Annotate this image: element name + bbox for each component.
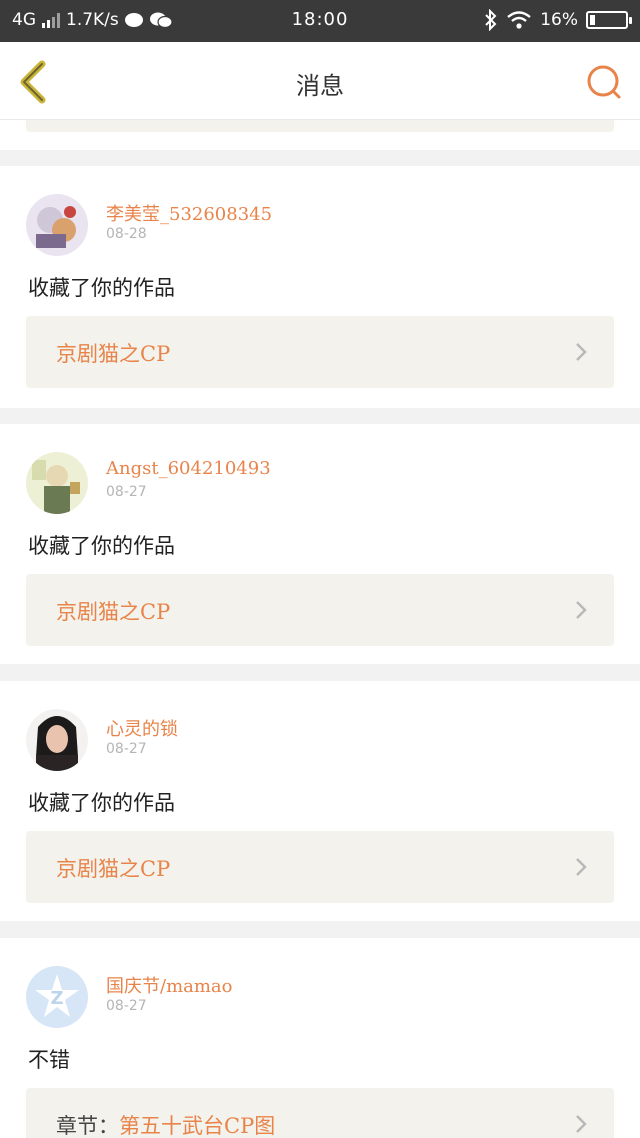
work-title-text: 京剧猫之CP bbox=[56, 857, 171, 881]
work-prefix: 章节： bbox=[56, 1114, 119, 1138]
work-title: 京剧猫之CP bbox=[56, 853, 170, 883]
message-card: 心灵的锁 08-27 收藏了你的作品 京剧猫之CP bbox=[0, 681, 640, 921]
search-icon[interactable] bbox=[584, 62, 624, 102]
chevron-right-icon bbox=[576, 343, 587, 361]
wifi-icon bbox=[507, 11, 531, 29]
bluetooth-icon bbox=[485, 9, 497, 31]
chevron-right-icon bbox=[576, 601, 587, 619]
avatar[interactable]: Z bbox=[26, 966, 88, 1028]
work-link[interactable]: 京剧猫之CP bbox=[26, 316, 614, 388]
work-title: 京剧猫之CP bbox=[56, 596, 170, 626]
work-title-text: 京剧猫之CP bbox=[56, 600, 171, 624]
work-link-partial[interactable] bbox=[26, 120, 614, 132]
username[interactable]: 心灵的锁 bbox=[106, 715, 178, 741]
svg-text:Z: Z bbox=[50, 988, 63, 1009]
message-date: 08-28 bbox=[106, 226, 147, 242]
battery-icon bbox=[586, 11, 632, 29]
message-date: 08-27 bbox=[106, 998, 147, 1014]
chevron-right-icon bbox=[576, 1115, 587, 1133]
message-text: 不错 bbox=[28, 1048, 70, 1072]
page-title: 消息 bbox=[296, 72, 344, 100]
message-card: Z 国庆节/mamao 08-27 不错 章节：第五十武台CP图 bbox=[0, 938, 640, 1138]
message-card: Angst_604210493 08-27 收藏了你的作品 京剧猫之CP bbox=[0, 424, 640, 664]
message-text: 收藏了你的作品 bbox=[28, 791, 175, 815]
work-title-text: 京剧猫之CP bbox=[56, 342, 171, 366]
avatar[interactable] bbox=[26, 194, 88, 256]
username[interactable]: 李美莹_532608345 bbox=[106, 200, 272, 226]
message-card-partial bbox=[0, 120, 640, 150]
work-title-text: 第五十武台CP图 bbox=[119, 1114, 276, 1138]
navigation-bar: 消息 bbox=[0, 42, 640, 120]
work-link[interactable]: 京剧猫之CP bbox=[26, 831, 614, 903]
message-text: 收藏了你的作品 bbox=[28, 534, 175, 558]
message-date: 08-27 bbox=[106, 741, 147, 757]
message-date: 08-27 bbox=[106, 484, 147, 500]
battery-percent: 16% bbox=[540, 10, 578, 30]
work-title: 京剧猫之CP bbox=[56, 338, 170, 368]
avatar[interactable] bbox=[26, 452, 88, 514]
username[interactable]: 国庆节/mamao bbox=[106, 972, 233, 998]
message-card: 李美莹_532608345 08-28 收藏了你的作品 京剧猫之CP bbox=[0, 166, 640, 408]
username[interactable]: Angst_604210493 bbox=[106, 458, 271, 479]
work-link[interactable]: 章节：第五十武台CP图 bbox=[26, 1088, 614, 1138]
message-text: 收藏了你的作品 bbox=[28, 276, 175, 300]
work-title: 章节：第五十武台CP图 bbox=[56, 1110, 275, 1138]
avatar[interactable] bbox=[26, 709, 88, 771]
status-right: 16% bbox=[484, 9, 632, 31]
status-bar: 4G 1.7K/s 18:00 16% bbox=[0, 0, 640, 42]
chevron-right-icon bbox=[576, 858, 587, 876]
work-link[interactable]: 京剧猫之CP bbox=[26, 574, 614, 646]
